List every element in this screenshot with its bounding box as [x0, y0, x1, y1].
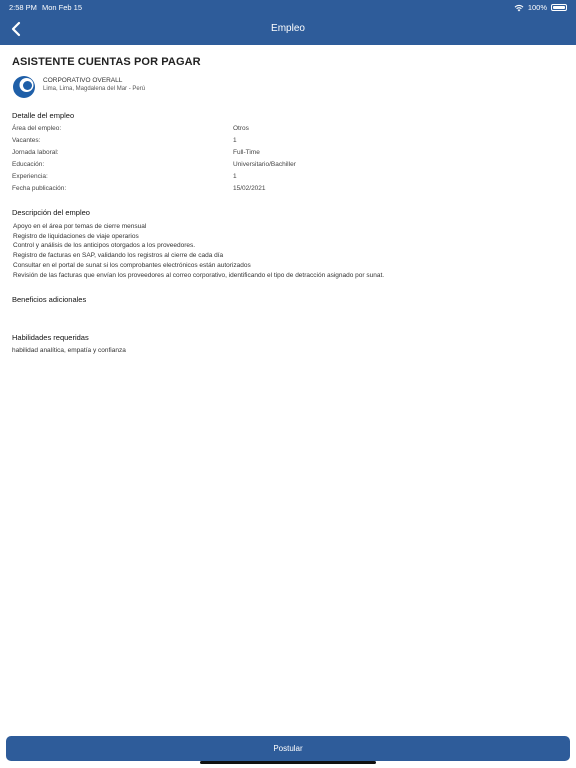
nav-header: 2:58 PM Mon Feb 15 100% Empleo — [0, 0, 576, 45]
description-line: Consultar en el portal de sunat si los c… — [13, 261, 251, 269]
status-right: 100% — [514, 3, 567, 12]
detail-label: Experiencia: — [12, 173, 48, 180]
status-time: 2:58 PM — [9, 3, 37, 12]
company-logo — [13, 76, 35, 98]
details-heading: Detalle del empleo — [12, 111, 75, 120]
description-line: Apoyo en el área por temas de cierre men… — [13, 223, 147, 230]
company-location: Lima, Lima, Magdalena del Mar - Perú — [43, 86, 146, 92]
description-line: Control y análisis de los anticipos otor… — [13, 242, 196, 250]
skills-heading: Habilidades requeridas — [12, 333, 89, 342]
job-title: ASISTENTE CUENTAS POR PAGAR — [12, 56, 201, 68]
detail-value: 15/02/2021 — [233, 185, 266, 192]
page-title: Empleo — [271, 23, 305, 34]
detail-label: Jornada laboral: — [12, 149, 59, 156]
home-indicator — [200, 761, 376, 764]
detail-label: Educación: — [12, 161, 45, 168]
detail-label: Vacantes: — [12, 137, 41, 144]
battery-percent: 100% — [527, 3, 547, 12]
detail-label: Fecha publicación: — [12, 185, 67, 192]
detail-value: Full-Time — [233, 149, 260, 156]
description-line: Registro de liquidaciones de viaje opera… — [13, 232, 139, 240]
detail-value: 1 — [233, 137, 237, 144]
job-detail: ASISTENTE CUENTAS POR PAGAR CORPORATIVO … — [12, 56, 564, 354]
benefits-heading: Beneficios adicionales — [12, 295, 87, 304]
description-heading: Descripción del empleo — [12, 208, 90, 217]
status-date: Mon Feb 15 — [42, 3, 83, 12]
detail-value: Otros — [233, 125, 249, 132]
detail-value: Universitario/Bachiller — [233, 161, 296, 168]
description-line: Revisión de las facturas que envían los … — [13, 271, 385, 279]
detail-label: Área del empleo: — [12, 125, 62, 132]
wifi-icon — [514, 4, 524, 11]
battery-icon — [551, 4, 567, 11]
status-bar: 2:58 PM Mon Feb 15 100% — [9, 3, 567, 15]
apply-button[interactable]: Postular — [6, 736, 570, 761]
company-name: CORPORATIVO OVERALL — [43, 77, 123, 84]
company-block: CORPORATIVO OVERALL Lima, Lima, Magdalen… — [12, 75, 312, 99]
detail-value: 1 — [233, 173, 237, 180]
description-line: Registro de facturas en SAP, validando l… — [13, 252, 224, 260]
description-list: Apoyo en el área por temas de cierre men… — [13, 222, 384, 280]
skills-text: habilidad analítica, empatía y confianza — [12, 347, 126, 354]
